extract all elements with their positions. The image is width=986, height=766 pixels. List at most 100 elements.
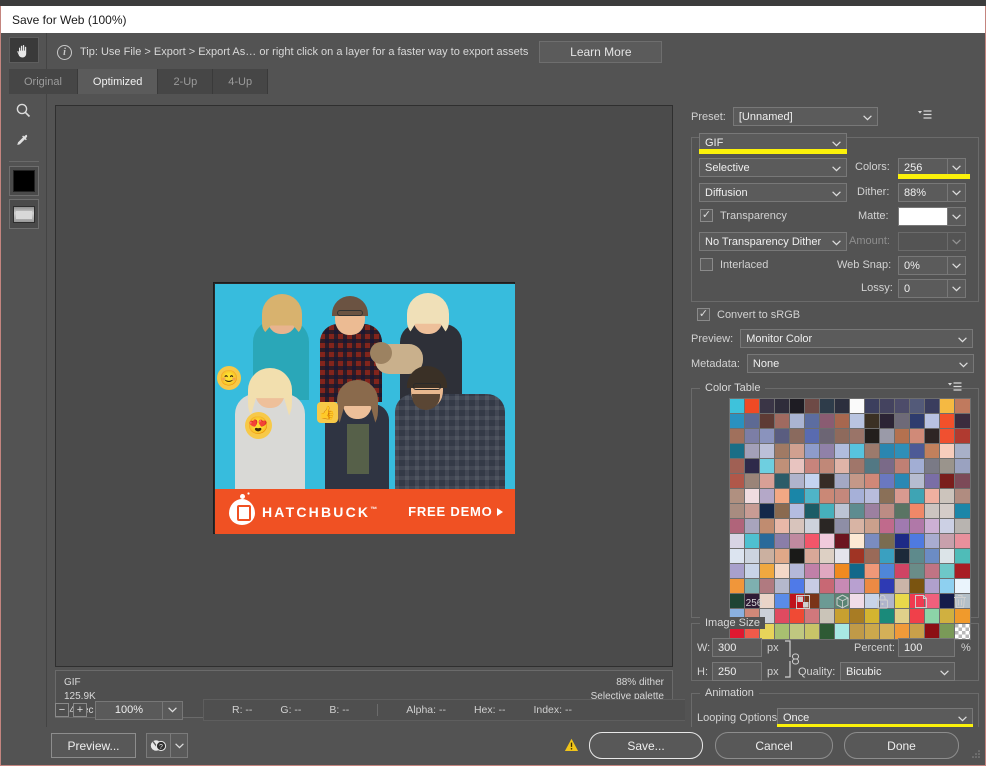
color-swatch[interactable] bbox=[894, 563, 911, 580]
color-swatch[interactable] bbox=[789, 518, 806, 535]
color-swatch[interactable] bbox=[819, 518, 836, 535]
color-swatch[interactable] bbox=[804, 563, 821, 580]
color-swatch[interactable] bbox=[864, 413, 881, 430]
color-swatch[interactable] bbox=[744, 488, 761, 505]
color-swatch[interactable] bbox=[939, 458, 956, 475]
color-swatch[interactable] bbox=[804, 443, 821, 460]
color-swatch[interactable] bbox=[864, 578, 881, 595]
color-swatch[interactable] bbox=[804, 428, 821, 445]
color-swatch[interactable] bbox=[834, 413, 851, 430]
color-swatch[interactable] bbox=[954, 533, 971, 550]
zoom-in-button[interactable]: + bbox=[73, 703, 87, 717]
color-swatch[interactable] bbox=[879, 398, 896, 415]
color-swatch[interactable] bbox=[789, 548, 806, 565]
color-swatch[interactable] bbox=[894, 503, 911, 520]
color-swatch[interactable] bbox=[834, 488, 851, 505]
color-swatch[interactable] bbox=[849, 563, 866, 580]
color-swatch[interactable] bbox=[759, 563, 776, 580]
color-swatch[interactable] bbox=[729, 533, 746, 550]
color-swatch[interactable] bbox=[894, 473, 911, 490]
zoom-tool[interactable] bbox=[9, 97, 39, 123]
color-swatch[interactable] bbox=[939, 473, 956, 490]
color-swatch[interactable] bbox=[879, 458, 896, 475]
color-swatch[interactable] bbox=[774, 518, 791, 535]
percent-input[interactable]: 100 bbox=[898, 638, 955, 657]
color-swatch[interactable] bbox=[909, 398, 926, 415]
color-swatch[interactable] bbox=[954, 563, 971, 580]
color-swatch[interactable] bbox=[909, 458, 926, 475]
color-swatch[interactable] bbox=[894, 398, 911, 415]
color-swatch[interactable] bbox=[804, 503, 821, 520]
color-swatch[interactable] bbox=[894, 548, 911, 565]
color-swatch[interactable] bbox=[924, 578, 941, 595]
matte-dropdown[interactable] bbox=[948, 207, 966, 226]
color-swatch[interactable] bbox=[939, 398, 956, 415]
color-swatch[interactable] bbox=[894, 518, 911, 535]
color-swatch[interactable] bbox=[849, 443, 866, 460]
color-swatch[interactable] bbox=[834, 533, 851, 550]
tab-optimized[interactable]: Optimized bbox=[77, 69, 159, 94]
color-swatch[interactable] bbox=[909, 578, 926, 595]
browser-preview-dropdown[interactable] bbox=[170, 733, 188, 758]
zoom-level-value[interactable]: 100% bbox=[95, 700, 163, 720]
web-snap-field-group[interactable]: 0% bbox=[898, 256, 966, 275]
color-swatch[interactable] bbox=[894, 428, 911, 445]
done-button[interactable]: Done bbox=[844, 732, 959, 759]
color-swatch[interactable] bbox=[939, 578, 956, 595]
color-swatch[interactable] bbox=[909, 428, 926, 445]
color-swatch[interactable] bbox=[804, 578, 821, 595]
color-swatch[interactable] bbox=[849, 488, 866, 505]
web-snap-input[interactable]: 0% bbox=[898, 256, 948, 275]
color-swatch[interactable] bbox=[954, 488, 971, 505]
color-swatch[interactable] bbox=[729, 443, 746, 460]
transparency-checkbox[interactable] bbox=[700, 209, 713, 222]
color-swatch[interactable] bbox=[759, 503, 776, 520]
color-swatch[interactable] bbox=[834, 548, 851, 565]
color-swatch[interactable] bbox=[909, 473, 926, 490]
color-swatch[interactable] bbox=[819, 578, 836, 595]
zoom-level-dropdown[interactable] bbox=[163, 700, 183, 720]
color-swatch[interactable] bbox=[744, 428, 761, 445]
color-swatch[interactable] bbox=[864, 428, 881, 445]
color-swatch[interactable] bbox=[879, 473, 896, 490]
color-swatch[interactable] bbox=[819, 503, 836, 520]
color-swatch[interactable] bbox=[759, 533, 776, 550]
color-swatch[interactable] bbox=[819, 473, 836, 490]
metadata-select[interactable]: None bbox=[746, 354, 974, 373]
preset-panel-menu-icon[interactable] bbox=[917, 110, 932, 123]
color-swatch[interactable] bbox=[744, 578, 761, 595]
color-swatch[interactable] bbox=[864, 488, 881, 505]
color-swatch[interactable] bbox=[924, 458, 941, 475]
color-swatch[interactable] bbox=[894, 413, 911, 430]
matte-color-swatch[interactable] bbox=[898, 207, 948, 226]
color-swatch[interactable] bbox=[744, 413, 761, 430]
color-swatch[interactable] bbox=[789, 503, 806, 520]
width-input[interactable]: 300 bbox=[712, 638, 762, 657]
color-swatch[interactable] bbox=[819, 443, 836, 460]
color-swatch[interactable] bbox=[924, 548, 941, 565]
height-input[interactable]: 250 bbox=[712, 662, 762, 681]
color-swatch[interactable] bbox=[924, 398, 941, 415]
color-swatch[interactable] bbox=[759, 518, 776, 535]
color-swatch[interactable] bbox=[849, 518, 866, 535]
color-swatch[interactable] bbox=[849, 473, 866, 490]
color-swatch[interactable] bbox=[939, 548, 956, 565]
color-swatch[interactable] bbox=[954, 458, 971, 475]
dither-input[interactable]: 88% bbox=[898, 183, 948, 202]
color-swatch[interactable] bbox=[729, 488, 746, 505]
color-swatch[interactable] bbox=[759, 398, 776, 415]
color-swatch[interactable] bbox=[789, 443, 806, 460]
color-swatch[interactable] bbox=[789, 563, 806, 580]
color-swatch[interactable] bbox=[864, 458, 881, 475]
color-swatch[interactable] bbox=[849, 548, 866, 565]
delete-color-icon[interactable] bbox=[953, 594, 967, 612]
color-swatch[interactable] bbox=[909, 488, 926, 505]
color-swatch[interactable] bbox=[759, 443, 776, 460]
color-swatch[interactable] bbox=[864, 503, 881, 520]
color-swatch[interactable] bbox=[879, 578, 896, 595]
color-table-panel-menu-icon[interactable] bbox=[948, 382, 962, 395]
color-swatch[interactable] bbox=[879, 503, 896, 520]
color-swatch[interactable] bbox=[879, 563, 896, 580]
learn-more-button[interactable]: Learn More bbox=[539, 41, 663, 63]
web-snap-dropdown[interactable] bbox=[948, 256, 966, 275]
